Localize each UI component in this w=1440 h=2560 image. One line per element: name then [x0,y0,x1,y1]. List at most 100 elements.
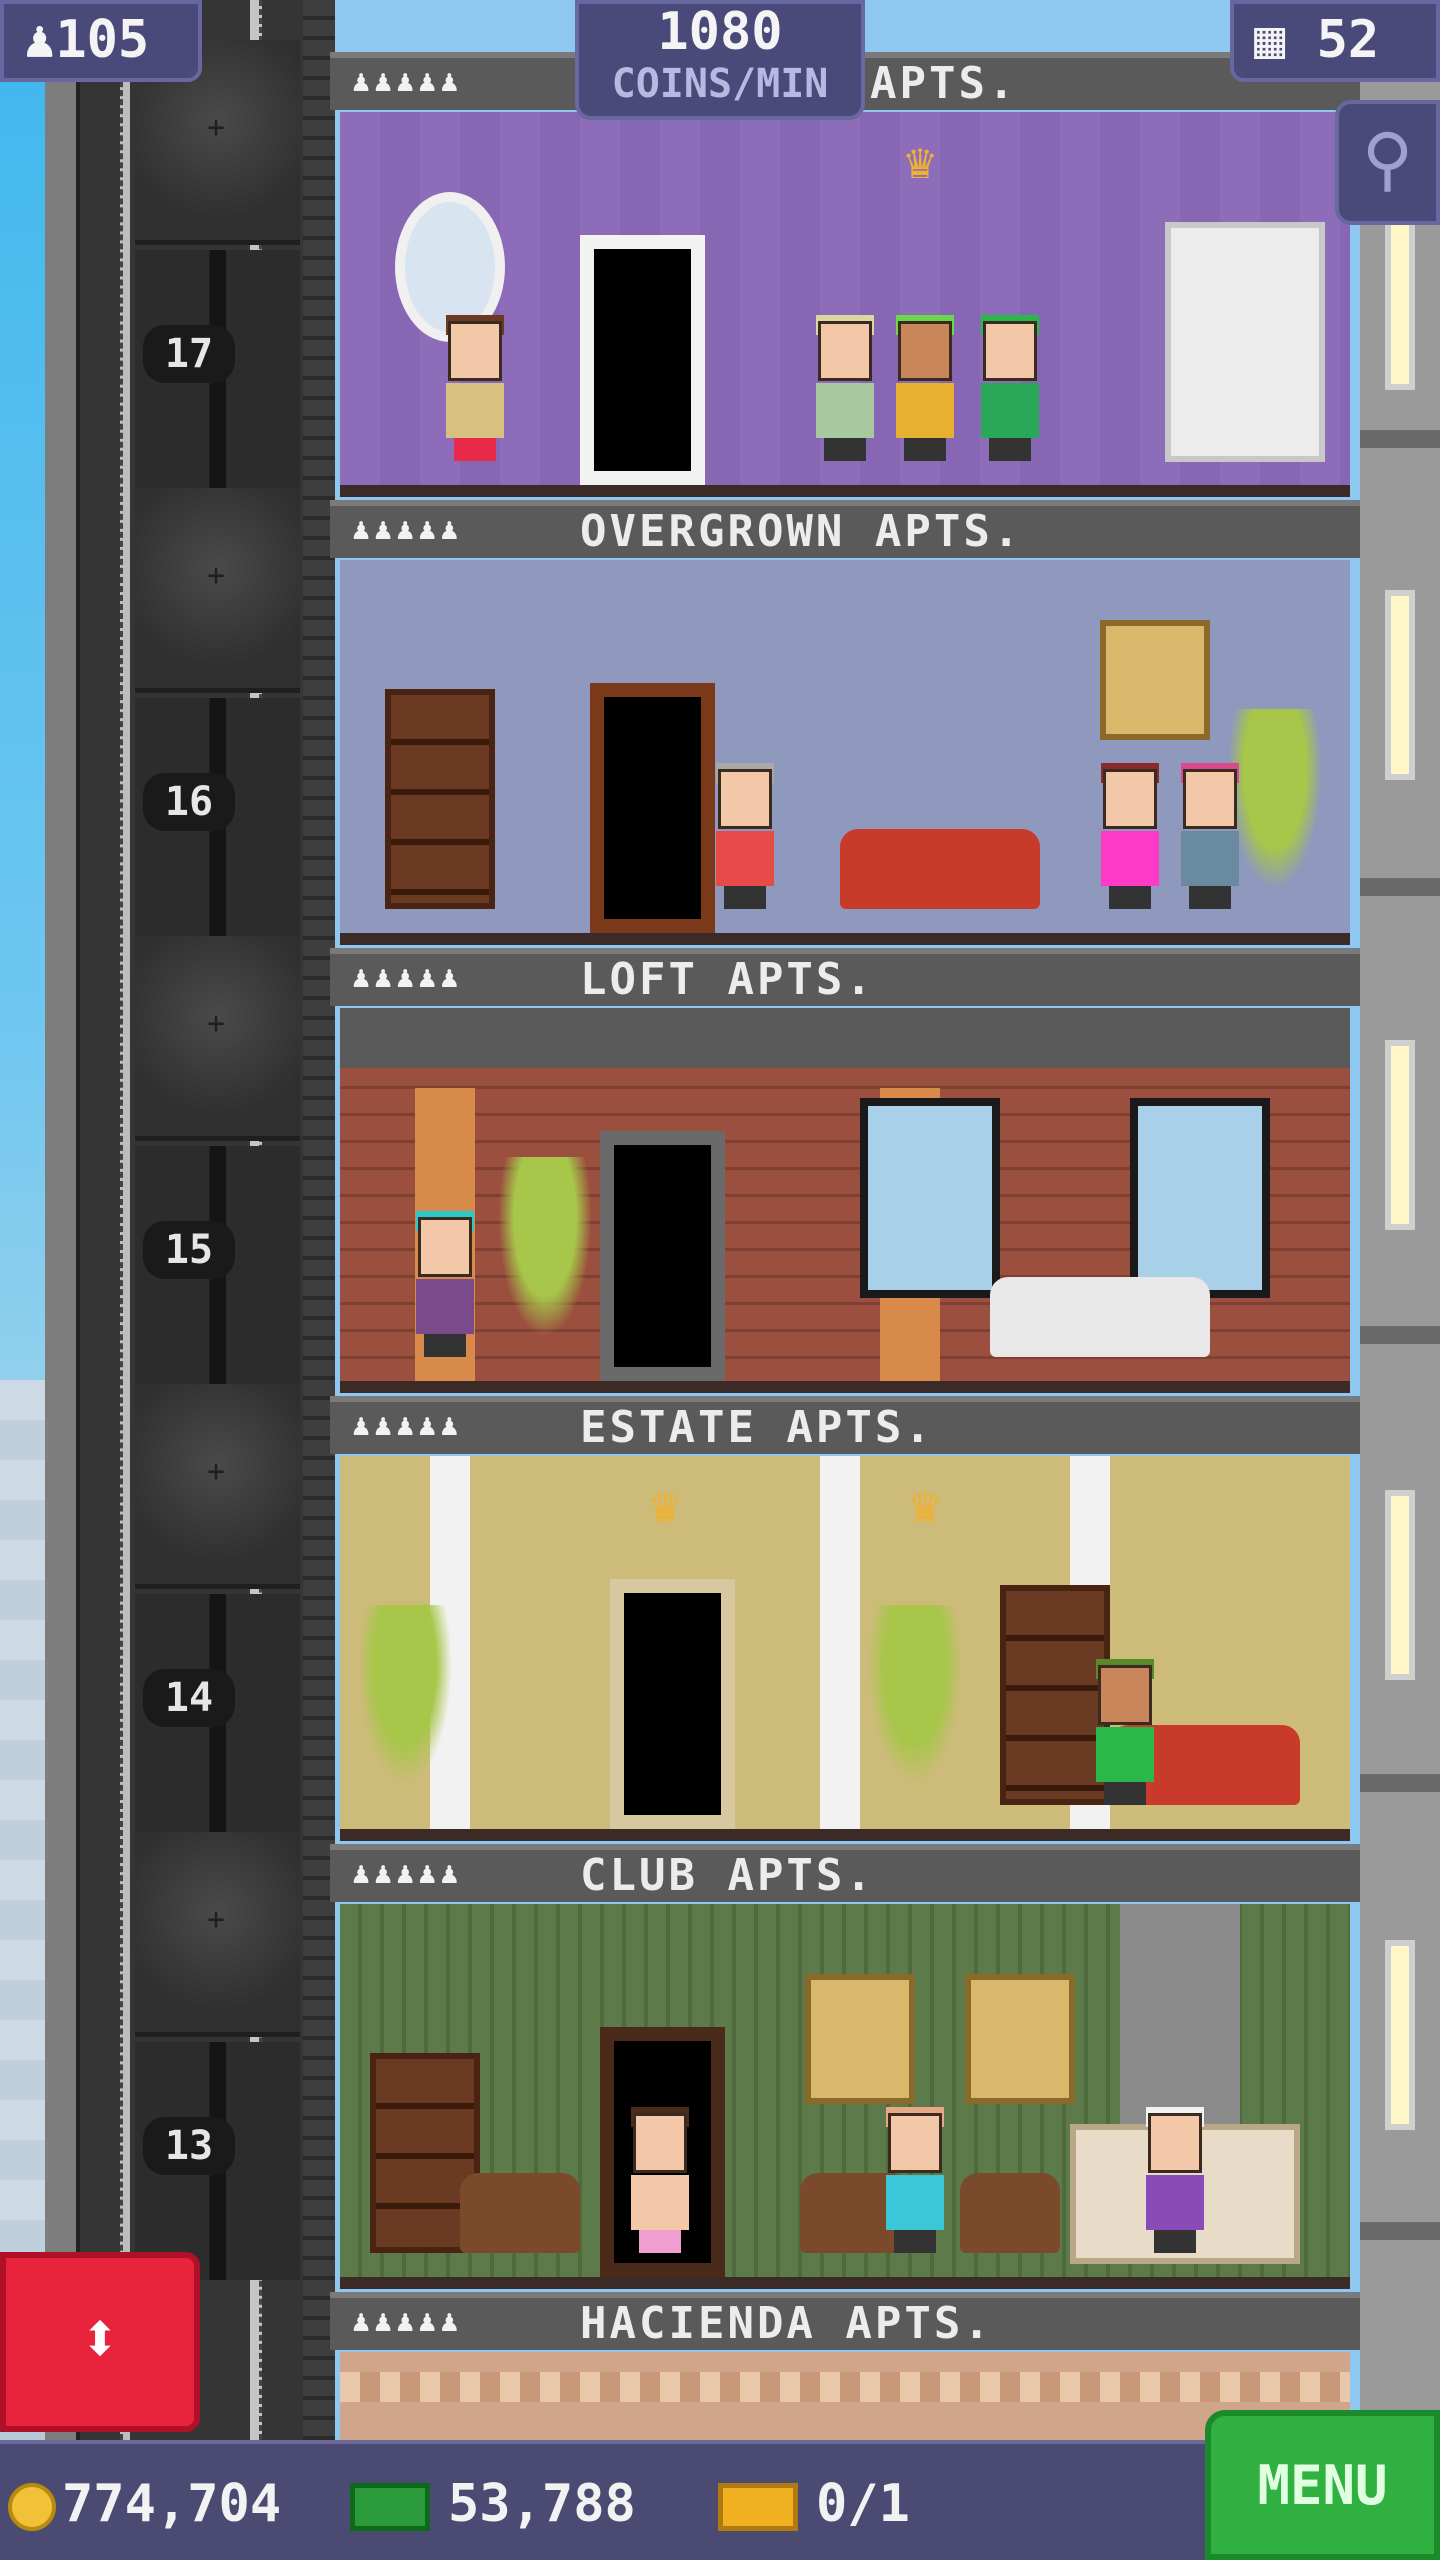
floor-count-value: 52 [1316,10,1380,70]
room-door [600,1131,725,1381]
elevator-shaft[interactable]: 17 16 15 14 13 [45,0,335,2440]
resident[interactable] [710,763,780,909]
shaft-cable [120,0,130,2440]
room-door [610,1579,735,1829]
floor-label: HACIENDA APTS. [580,2298,993,2349]
shaft-segment [135,1832,300,2280]
resident-dots: ♟♟♟♟♟ [352,64,463,99]
tower-right-wall [1360,0,1440,2440]
resident[interactable] [1140,2107,1210,2253]
floor-label: OVERGROWN APTS. [580,506,1023,557]
population-value: 105 [55,10,150,70]
window-light [1385,590,1415,780]
resident[interactable] [1090,1659,1160,1805]
window-light [1385,1040,1415,1230]
tower: ♟♟♟♟♟ APTS. ♛ ♟♟♟♟♟ OVERGROWN APTS. ♟♟♟♟… [330,0,1360,2440]
person-icon: ♟ [24,10,56,70]
tickets-display[interactable]: 0/1 [718,2444,910,2560]
floor-number-17: 17 [143,325,235,383]
coins-per-min-unit: COINS/MIN [611,61,829,107]
window [860,1098,1000,1298]
window-light [1385,200,1415,390]
resident[interactable] [810,315,880,461]
resident-dots: ♟♟♟♟♟ [352,2304,463,2339]
bookshelf [385,689,495,909]
floor-room-17[interactable]: ♛ [340,112,1350,497]
cabinet [1165,222,1325,462]
shaft-segment [135,40,300,488]
floor-label-bar[interactable]: ♟♟♟♟♟ CLUB APTS. [330,1844,1360,1902]
resident-dots: ♟♟♟♟♟ [352,1856,463,1891]
resident[interactable] [410,1211,480,1357]
window [1130,1098,1270,1298]
shaft-segment [135,936,300,1384]
menu-button[interactable]: MENU [1205,2410,1440,2560]
resident[interactable] [880,2107,950,2253]
chandelier-icon: ♛ [904,132,936,190]
coin-icon [8,2483,56,2531]
armchair [960,2173,1060,2253]
room-door [590,683,715,933]
coins-per-min-display: 1080 COINS/MIN [575,0,865,120]
resident-dots: ♟♟♟♟♟ [352,960,463,995]
tickets-value: 0/1 [816,2474,910,2534]
building-icon: ▦ [1254,10,1286,70]
floor-room-13[interactable] [340,1904,1350,2289]
population-counter[interactable]: ♟105 [0,0,202,82]
coins-per-min-value: 1080 [657,2,783,62]
bux-display[interactable]: 53,788 [350,2444,636,2560]
floor-number-16: 16 [143,773,235,831]
floor-label: ESTATE APTS. [580,1402,934,1453]
ceiling-beams [340,1008,1350,1068]
floor-number-14: 14 [143,1669,235,1727]
pillar [820,1456,860,1829]
floor-room-15[interactable] [340,1008,1350,1393]
sofa [990,1277,1210,1357]
room-door [580,235,705,485]
zoom-button[interactable]: ⚲ [1335,100,1440,225]
armchair [460,2173,580,2253]
city-skyline [0,1380,45,2280]
bux-icon [350,2483,430,2531]
resident[interactable] [975,315,1045,461]
floor-room-16[interactable] [340,560,1350,945]
resident[interactable] [890,315,960,461]
magnifier-icon: ⚲ [1361,118,1414,200]
floor-label-bar[interactable]: ♟♟♟♟♟ HACIENDA APTS. [330,2292,1360,2350]
shaft-segment [135,488,300,936]
floor-room-14[interactable]: ♛ ♛ [340,1456,1350,1841]
sofa [840,829,1040,909]
floor-room-hacienda[interactable] [340,2352,1350,2440]
up-down-arrows-icon: ⬍ [78,2297,122,2379]
plant [490,1157,600,1357]
chandelier-icon: ♛ [649,1476,681,1534]
floor-label: LOFT APTS. [580,954,875,1005]
resident[interactable] [1175,763,1245,909]
resident-dots: ♟♟♟♟♟ [352,1408,463,1443]
coins-value: 774,704 [62,2474,282,2534]
tile-border [340,2372,1350,2402]
ticket-icon [718,2483,798,2531]
resident[interactable] [625,2107,695,2253]
window-light [1385,1940,1415,2130]
shaft-rail [45,0,80,2440]
chandelier-icon: ♛ [909,1476,941,1534]
elevator-button[interactable]: ⬍ [0,2252,200,2432]
resident[interactable] [440,315,510,461]
floor-label: CLUB APTS. [580,1850,875,1901]
floor-label-bar[interactable]: ♟♟♟♟♟ OVERGROWN APTS. [330,500,1360,558]
floor-label-bar[interactable]: ♟♟♟♟♟ ESTATE APTS. [330,1396,1360,1454]
floor-label-bar[interactable]: ♟♟♟♟♟ LOFT APTS. [330,948,1360,1006]
floor-counter[interactable]: ▦ 52 [1230,0,1440,82]
painting [1100,620,1210,740]
coins-display[interactable]: 774,704 [8,2444,281,2560]
portrait [965,1974,1075,2104]
plant [350,1605,460,1805]
resident[interactable] [1095,763,1165,909]
floor-number-13: 13 [143,2117,235,2175]
floor-label: APTS. [870,58,1018,109]
portrait [805,1974,915,2104]
plant [860,1605,970,1805]
resident-dots: ♟♟♟♟♟ [352,512,463,547]
bux-value: 53,788 [448,2474,636,2534]
